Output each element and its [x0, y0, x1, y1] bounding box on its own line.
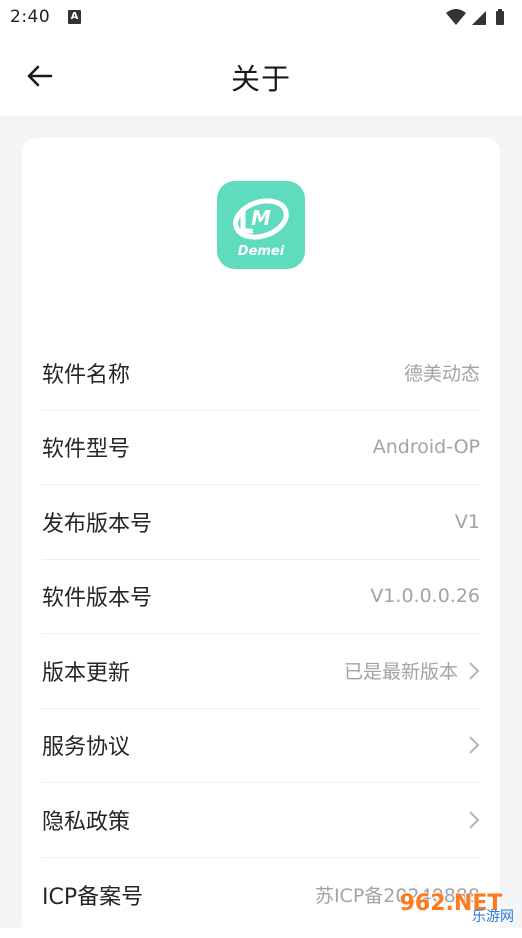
- content-area: M Demei 软件名称 德美动态软件型号 Android-OP 发布版本号 V1 软件版…: [0, 116, 522, 938]
- row-right: 德美动态: [404, 359, 480, 386]
- svg-text:M: M: [251, 206, 271, 230]
- row-label: 软件版本号: [42, 586, 153, 612]
- row-right: V1: [455, 511, 480, 533]
- row-right: V1.0.0.0.26: [370, 585, 480, 607]
- row-value: V1.0.0.0.26: [370, 585, 480, 608]
- info-row: 软件型号 Android-OP: [42, 411, 480, 485]
- status-icons: [444, 8, 510, 26]
- app-logo: M Demei: [217, 181, 305, 269]
- info-row: 软件名称 德美动态: [42, 336, 480, 411]
- row-label: 服务协议: [42, 735, 131, 761]
- wifi-icon: [446, 9, 466, 25]
- status-time: 2:40: [10, 7, 51, 27]
- chevron-right-icon: [469, 811, 480, 829]
- row-value: V1: [454, 510, 480, 533]
- about-card: M Demei 软件名称 德美动态软件型号 Android-OP 发布版本号 V1 软件版…: [22, 138, 500, 938]
- row-right: [458, 810, 480, 830]
- row-label: 软件名称: [42, 362, 131, 388]
- row-right: 已是最新版本: [344, 657, 480, 684]
- page-title: 关于: [230, 62, 291, 96]
- battery-icon: [496, 9, 504, 25]
- info-row[interactable]: 服务协议: [42, 709, 480, 783]
- signal-icon: [472, 11, 486, 25]
- info-row: 发布版本号 V1: [42, 485, 480, 560]
- info-list: 软件名称 德美动态软件型号 Android-OP 发布版本号 V1 软件版本号 V1.0.0…: [42, 336, 480, 932]
- watermark-sub: 乐游网: [472, 909, 514, 925]
- row-value: Android-OP: [372, 436, 480, 459]
- info-row: 软件版本号 V1.0.0.0.26: [42, 560, 480, 634]
- row-label: 软件型号: [42, 437, 131, 463]
- row-right: Android-OP: [373, 436, 480, 458]
- logo-text: Demei: [237, 244, 285, 259]
- row-right: [458, 735, 480, 755]
- row-value: 德美动态: [403, 363, 480, 386]
- chevron-right-icon: [469, 662, 480, 680]
- info-row[interactable]: 隐私政策: [42, 783, 480, 858]
- row-label: ICP备案号: [42, 884, 144, 910]
- app-bar: 关于: [0, 36, 522, 116]
- chevron-right-icon: [469, 736, 480, 754]
- notification-icon: A: [68, 10, 81, 24]
- row-label: 版本更新: [42, 660, 131, 686]
- row-label: 隐私政策: [42, 809, 131, 835]
- row-value: 已是最新版本: [343, 661, 458, 684]
- info-row[interactable]: 版本更新 已是最新版本: [42, 634, 480, 709]
- row-label: 发布版本号: [42, 511, 153, 537]
- status-bar: 2:40 A: [0, 0, 522, 36]
